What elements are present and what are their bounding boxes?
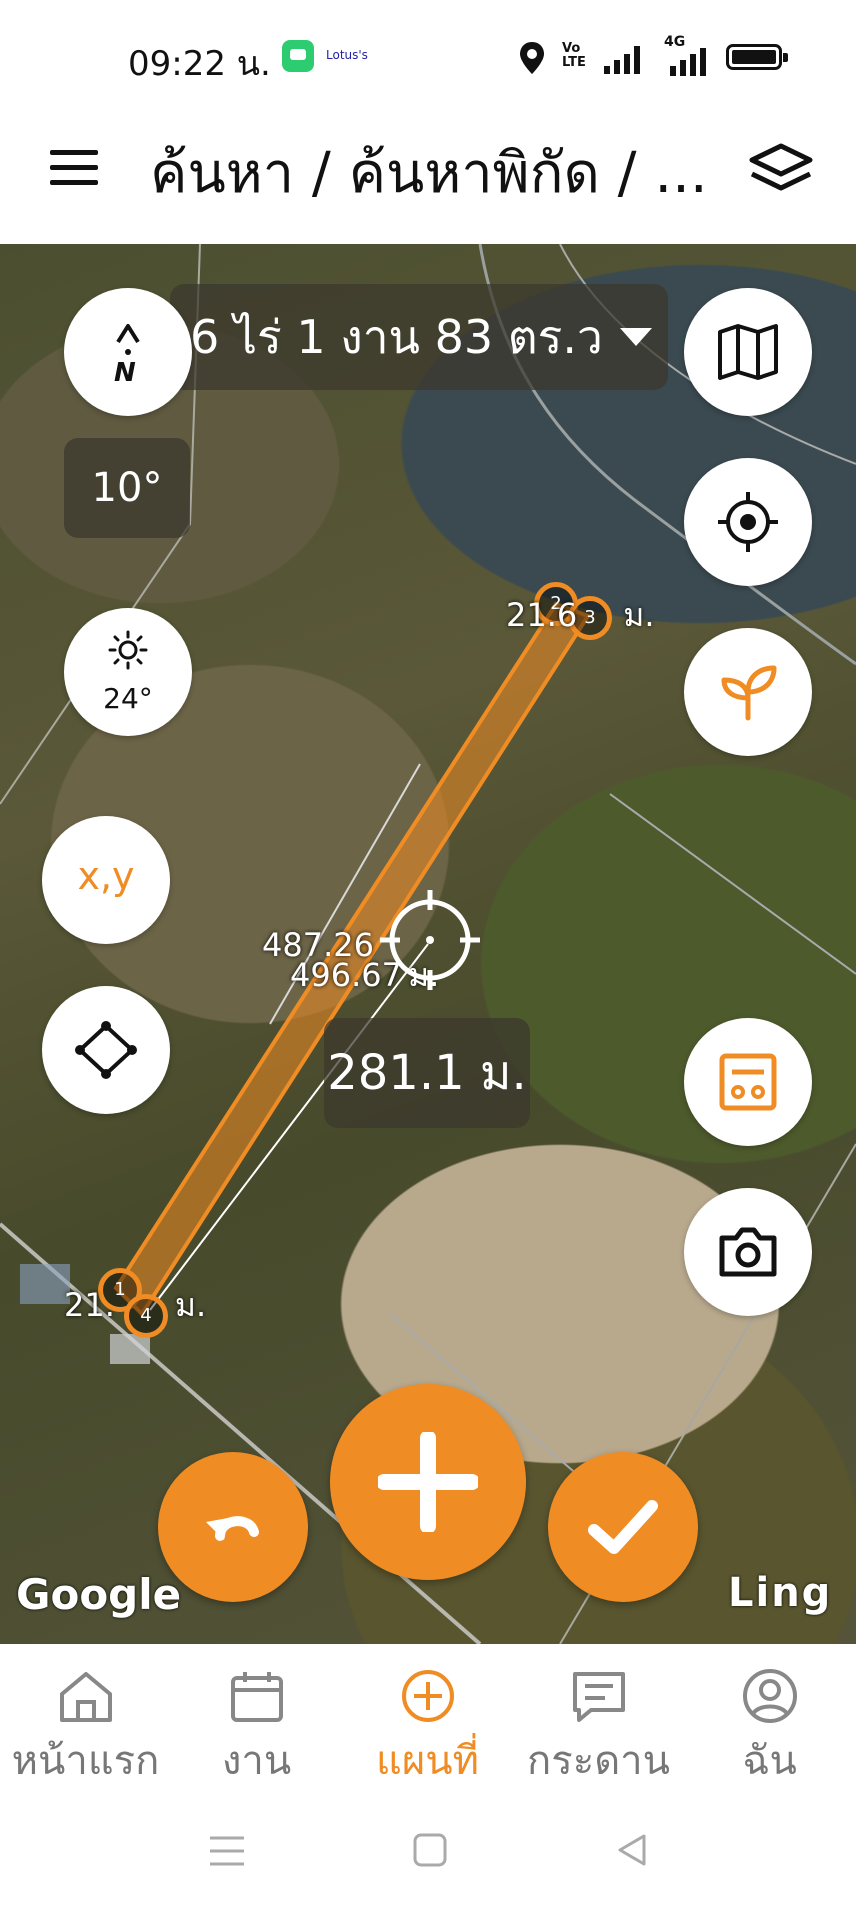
check-icon: [588, 1500, 658, 1554]
undo-icon: [206, 1516, 259, 1541]
sprout-icon: [721, 665, 777, 721]
edge-label-top: 21.6 ม.: [506, 596, 655, 634]
profile-icon: [743, 1669, 797, 1723]
target-icon: [718, 492, 778, 552]
hamburger-menu-icon[interactable]: [50, 150, 98, 186]
nav-home-label: หน้าแรก: [11, 1738, 160, 1784]
nav-tasks[interactable]: งาน: [171, 1644, 342, 1794]
volte-icon: Vo LTE: [562, 41, 586, 70]
satellite-map[interactable]: 2 3 1 4 21.6 ม. 21. ม. 487.26 496.67 ม. 281…: [0, 244, 856, 1644]
back-icon[interactable]: [614, 1832, 650, 1868]
confirm-button[interactable]: [548, 1452, 698, 1602]
center-distance-readout: 281.1 ม.: [324, 1018, 530, 1128]
nav-profile-label: ฉัน: [742, 1738, 797, 1784]
form-icon: [719, 1053, 777, 1111]
system-navigation-bar: [0, 1794, 856, 1912]
camera-button[interactable]: [684, 1188, 812, 1316]
recent-apps-icon[interactable]: [208, 1834, 246, 1868]
polygon-icon: [75, 1021, 137, 1079]
page-title[interactable]: ค้นหา / ค้นหาพิกัด / ...: [150, 128, 710, 217]
nav-home[interactable]: หน้าแรก: [0, 1644, 171, 1794]
ling-watermark: Ling: [728, 1570, 833, 1616]
map-icon: [718, 324, 778, 380]
location-icon: [520, 42, 544, 74]
chevron-down-icon[interactable]: [620, 328, 652, 346]
edge-label-bottom: 21. ม.: [64, 1286, 207, 1324]
camera-icon: [719, 1227, 777, 1277]
lotus-notification-icon: Lotus's: [326, 48, 368, 62]
bottom-navigation: หน้าแรก งาน แผนที่ กระดาน ฉัน: [0, 1644, 856, 1794]
nav-profile[interactable]: ฉัน: [684, 1644, 855, 1794]
crosshair-icon: [380, 890, 480, 990]
plant-button[interactable]: [684, 628, 812, 756]
save-form-button[interactable]: [684, 1018, 812, 1146]
temperature-label: 24°: [103, 682, 153, 715]
status-bar: 09:22 น. Lotus's Vo LTE 4G: [0, 0, 856, 110]
add-point-button[interactable]: [330, 1384, 526, 1580]
area-readout[interactable]: 6 ไร่ 1 งาน 83 ตร.ว: [170, 284, 668, 390]
compass-n-label: N: [114, 358, 136, 388]
google-logo: Google: [16, 1570, 182, 1619]
rotation-readout: 10°: [64, 438, 190, 538]
nav-board[interactable]: กระดาน: [513, 1644, 684, 1794]
compass-button[interactable]: N: [64, 288, 192, 416]
nav-tasks-label: งาน: [221, 1738, 292, 1784]
line-app-icon: [282, 40, 314, 72]
layers-icon[interactable]: [746, 140, 816, 196]
nav-map[interactable]: แผนที่: [342, 1644, 513, 1794]
plus-icon: [378, 1432, 478, 1532]
battery-icon: [726, 44, 788, 70]
nav-map-label: แผนที่: [376, 1738, 479, 1784]
nav-board-label: กระดาน: [527, 1738, 670, 1784]
calendar-icon: [231, 1672, 283, 1722]
map-type-button[interactable]: [684, 288, 812, 416]
signal-4g-icon: 4G: [660, 34, 714, 76]
polygon-tool-button[interactable]: [42, 986, 170, 1114]
xy-label: x,y: [77, 854, 135, 898]
status-time: 09:22 น.: [128, 44, 271, 84]
weather-button[interactable]: 24°: [64, 608, 192, 736]
board-icon: [573, 1672, 625, 1722]
sun-icon: [108, 630, 148, 670]
home-button-icon[interactable]: [412, 1832, 448, 1868]
add-circle-icon: [402, 1670, 454, 1722]
signal-icon: [604, 44, 650, 74]
home-icon: [60, 1672, 112, 1722]
coordinate-button[interactable]: x,y: [42, 816, 170, 944]
my-location-button[interactable]: [684, 458, 812, 586]
